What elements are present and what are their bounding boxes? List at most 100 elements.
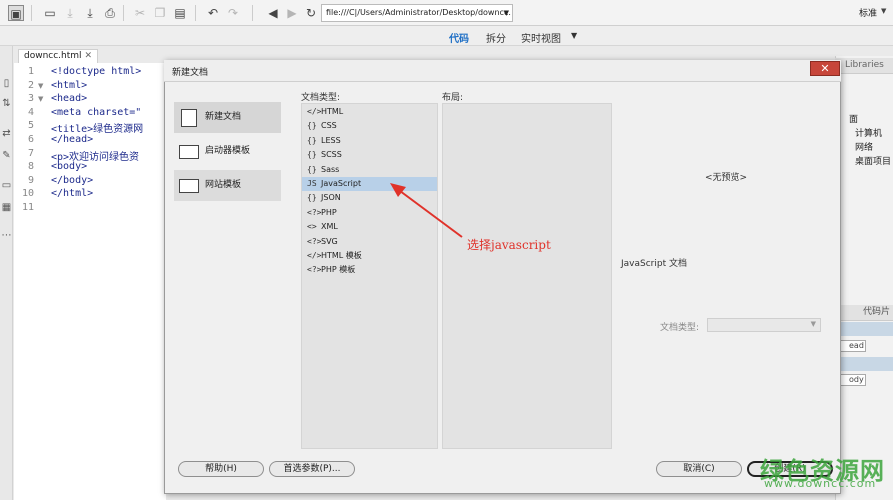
- code-line: <html>: [51, 79, 88, 91]
- doc-type-label: LESS: [321, 135, 341, 145]
- panel-item[interactable]: 面: [849, 112, 858, 125]
- code-line: <body>: [51, 161, 88, 173]
- doc-type-label: JSON: [321, 193, 341, 203]
- fold-icon[interactable]: ▼: [38, 82, 43, 90]
- doc-type-icon: <?>: [307, 265, 322, 275]
- layout-header: 布局:: [442, 93, 464, 103]
- toolbar-divider: [123, 5, 124, 21]
- category-site-templates[interactable]: 网站模板: [174, 170, 281, 201]
- chevron-down-icon: ▼: [810, 320, 816, 328]
- file-icon[interactable]: ▯: [0, 78, 13, 89]
- dialog-titlebar: [164, 60, 841, 82]
- fold-icon[interactable]: ▼: [38, 95, 43, 103]
- doc-type-item[interactable]: </> HTML 模板: [302, 249, 437, 263]
- no-preview-text: <无预览>: [705, 173, 748, 183]
- doc-type-label: HTML 模板: [321, 251, 362, 260]
- doc-description: JavaScript 文档: [621, 259, 687, 269]
- standard-mode-label[interactable]: 标准: [859, 6, 877, 19]
- document-tab-label: downcc.html: [24, 51, 82, 61]
- libraries-tab[interactable]: Libraries: [835, 58, 893, 74]
- tab-split[interactable]: 拆分: [486, 30, 506, 45]
- save-all-icon[interactable]: ⤓: [82, 5, 98, 21]
- format-icon[interactable]: ▦: [0, 202, 13, 213]
- doc-type-item[interactable]: {} LESS: [302, 134, 437, 148]
- close-button[interactable]: ✕: [810, 61, 840, 76]
- line-number: 2: [27, 79, 34, 91]
- doc-type-label: PHP 模板: [321, 265, 356, 275]
- forward-icon[interactable]: ▶: [284, 5, 300, 21]
- doc-type-item[interactable]: {} SCSS: [302, 148, 437, 162]
- category-starter-templates[interactable]: 启动器模板: [174, 136, 281, 167]
- brush-icon[interactable]: ✎: [0, 150, 13, 161]
- line-number: 6: [27, 134, 34, 145]
- dom-tag[interactable]: ead: [838, 340, 866, 352]
- code-line: <meta charset=": [51, 106, 142, 118]
- right-panel: [835, 56, 893, 500]
- category-new-document[interactable]: 新建文档: [174, 102, 281, 133]
- doctype-select[interactable]: ▼: [707, 318, 821, 332]
- doc-type-icon: </>: [307, 107, 322, 116]
- site-template-icon: [179, 179, 199, 193]
- paste-icon[interactable]: ▤: [172, 5, 188, 21]
- tab-code[interactable]: 代码: [449, 30, 469, 45]
- dom-tag[interactable]: ody: [838, 374, 866, 386]
- close-icon[interactable]: ✕: [84, 50, 92, 63]
- help-button[interactable]: 帮助(H): [178, 461, 264, 477]
- line-number: 7: [27, 147, 34, 159]
- undo-icon[interactable]: ↶: [205, 5, 221, 21]
- chevron-down-icon[interactable]: ▼: [881, 7, 886, 15]
- chevron-down-icon[interactable]: ▼: [504, 5, 509, 21]
- back-icon[interactable]: ◀: [265, 5, 281, 21]
- toolbar-divider: [252, 5, 253, 21]
- preferences-button[interactable]: 首选参数(P)...: [269, 461, 355, 477]
- document-tab[interactable]: downcc.html ✕: [18, 49, 98, 63]
- line-number: 10: [21, 188, 34, 200]
- line-number: 11: [21, 202, 34, 213]
- chevron-down-icon[interactable]: ▼: [571, 31, 577, 40]
- layout-list: [442, 103, 612, 449]
- doc-type-icon: JS: [307, 179, 317, 188]
- panel-item[interactable]: 网络: [855, 140, 873, 153]
- code-line: </head>: [51, 134, 94, 145]
- wrap-icon[interactable]: ⇄: [0, 128, 13, 139]
- cut-icon[interactable]: ✂: [132, 5, 148, 21]
- refresh-icon[interactable]: ↻: [303, 5, 319, 21]
- toolbar-divider: [195, 5, 196, 21]
- code-line: </body>: [51, 174, 94, 186]
- doc-type-item[interactable]: <?> PHP 模板: [302, 263, 437, 277]
- code-line: <head>: [51, 93, 88, 105]
- comment-icon[interactable]: ▭: [0, 180, 13, 191]
- doc-type-label: PHP: [321, 207, 337, 217]
- new-file-icon[interactable]: ▣: [8, 5, 24, 21]
- tab-live-view[interactable]: 实时视图: [521, 30, 561, 45]
- line-number: 1: [27, 66, 34, 77]
- panel-item[interactable]: 桌面项目: [855, 154, 891, 167]
- doc-type-icon: </>: [307, 251, 322, 260]
- snippets-tab[interactable]: 代码片: [835, 305, 893, 321]
- doc-type-icon: <>: [307, 222, 317, 232]
- sort-icon[interactable]: ⇅: [0, 98, 13, 109]
- document-icon: [181, 109, 197, 127]
- category-label: 网站模板: [205, 180, 242, 190]
- panel-item[interactable]: 计算机: [855, 126, 882, 139]
- cancel-button[interactable]: 取消(C): [656, 461, 742, 477]
- redo-icon[interactable]: ↷: [225, 5, 241, 21]
- open-folder-icon[interactable]: ▭: [42, 5, 58, 21]
- doc-type-icon: {}: [307, 150, 317, 160]
- doc-type-item[interactable]: {} CSS: [302, 119, 437, 133]
- doc-type-header: 文档类型:: [301, 93, 341, 103]
- left-tool-strip: ▯ ⇅ ⇄ ✎ ▭ ▦ ⋯: [0, 46, 13, 500]
- copy-icon[interactable]: ❐: [152, 5, 168, 21]
- category-label: 启动器模板: [205, 146, 251, 156]
- print-icon[interactable]: ⎙: [102, 5, 118, 21]
- more-icon[interactable]: ⋯: [0, 230, 13, 241]
- doc-type-icon: <?>: [307, 207, 322, 217]
- doc-type-item[interactable]: </> HTML: [302, 105, 437, 119]
- save-icon[interactable]: ⤓: [62, 5, 78, 21]
- annotation-text: 选择javascript: [467, 238, 551, 252]
- url-input[interactable]: file:///C|/Users/Administrator/Desktop/d…: [321, 4, 513, 22]
- url-text: file:///C|/Users/Administrator/Desktop/d…: [326, 8, 511, 17]
- panel-row-highlight: [838, 357, 893, 371]
- line-number: 9: [27, 174, 34, 186]
- code-line: </html>: [51, 188, 94, 200]
